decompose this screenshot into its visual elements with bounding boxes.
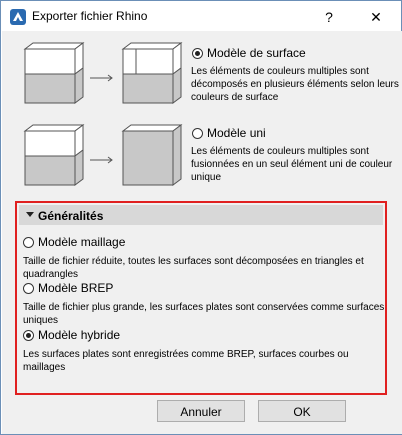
brep-model-description: Taille de fichier plus grande, les surfa…	[23, 302, 385, 326]
help-button[interactable]: ?	[319, 7, 339, 27]
mesh-model-description: Taille de fichier réduite, toutes les su…	[23, 256, 364, 280]
solid-model-illustration	[23, 124, 183, 186]
surface-model-radio[interactable]: Modèle de surface	[192, 46, 306, 60]
surface-desc-line: couleurs de surface	[191, 92, 279, 103]
solid-model-radio[interactable]: Modèle uni	[192, 126, 266, 140]
surface-model-illustration	[23, 42, 183, 104]
export-rhino-dialog: Exporter fichier Rhino ? ✕ Modèle de sur…	[0, 0, 402, 435]
solid-desc-line: Les éléments de couleurs multiples sont	[191, 146, 369, 157]
surface-desc-line: décomposés en plusieurs éléments selon l…	[191, 79, 399, 90]
window-title: Exporter fichier Rhino	[32, 9, 148, 23]
title-bar: Exporter fichier Rhino ? ✕	[1, 1, 401, 31]
ok-button[interactable]: OK	[258, 400, 346, 422]
hybrid-model-label: Modèle hybride	[38, 328, 121, 342]
radio-unselected-icon[interactable]	[23, 237, 34, 248]
general-group: Généralités Modèle maillage Taille de fi…	[15, 201, 387, 395]
surface-desc-line: Les éléments de couleurs multiples sont	[191, 66, 369, 77]
radio-unselected-icon[interactable]	[192, 128, 203, 139]
solid-desc-line: fusionnées en un seul élément uni de cou…	[191, 159, 393, 170]
solid-desc-line: unique	[191, 172, 222, 183]
general-group-header[interactable]: Généralités	[19, 205, 383, 225]
radio-selected-icon[interactable]	[23, 330, 34, 341]
solid-model-label: Modèle uni	[207, 126, 266, 140]
solid-model-description: Les éléments de couleurs multiples sont …	[191, 145, 392, 184]
hybrid-model-description: Les surfaces plates sont enregistrées co…	[23, 349, 349, 373]
dialog-content: Modèle de surface Les éléments de couleu…	[2, 31, 402, 434]
radio-selected-icon[interactable]	[192, 48, 203, 59]
mesh-model-radio[interactable]: Modèle maillage	[23, 235, 125, 249]
collapse-triangle-icon[interactable]	[26, 212, 34, 217]
surface-model-label: Modèle de surface	[207, 46, 306, 60]
brep-model-radio[interactable]: Modèle BREP	[23, 281, 113, 295]
app-icon	[10, 9, 26, 25]
radio-unselected-icon[interactable]	[23, 283, 34, 294]
brep-model-label: Modèle BREP	[38, 281, 114, 295]
cancel-button[interactable]: Annuler	[157, 400, 245, 422]
close-button[interactable]: ✕	[361, 7, 391, 27]
mesh-model-label: Modèle maillage	[38, 235, 126, 249]
hybrid-model-radio[interactable]: Modèle hybride	[23, 328, 120, 342]
general-group-title: Généralités	[38, 209, 104, 223]
surface-model-description: Les éléments de couleurs multiples sont …	[191, 65, 399, 104]
